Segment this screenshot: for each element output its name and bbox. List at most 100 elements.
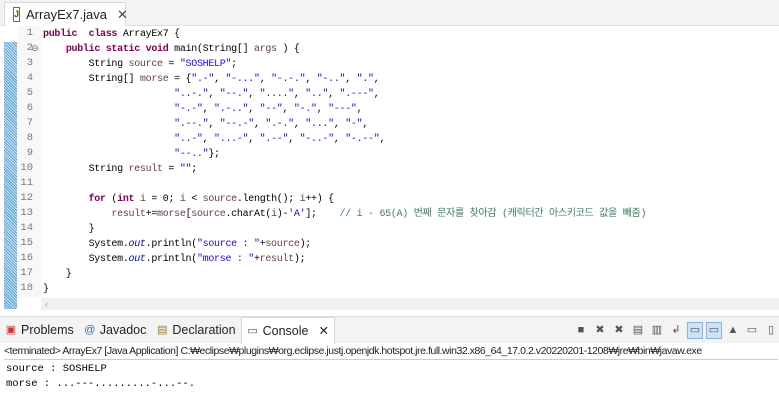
code-token: "-..-": [299, 134, 335, 145]
code-token: ++) {: [305, 194, 334, 205]
code-line[interactable]: }: [43, 222, 95, 237]
code-editor[interactable]: 1 public class ArrayEx7 {2 ⊖ public static…: [0, 26, 779, 309]
code-token: ,: [208, 119, 220, 130]
clear-console-icon[interactable]: ▤: [630, 322, 646, 339]
console-status: <terminated> ArrayEx7 [Java Application]…: [4, 344, 778, 360]
word-wrap-icon[interactable]: ↲: [668, 322, 684, 339]
code-line[interactable]: ".--.", "--.-", ".-.", "...", "-",: [43, 117, 368, 132]
code-token: source: [128, 59, 164, 70]
line-number: 14: [20, 222, 33, 234]
scroll-lock-icon[interactable]: ▥: [649, 322, 665, 339]
code-line[interactable]: String source = "SOSHELP";: [43, 57, 238, 72]
code-token: ,: [208, 89, 220, 100]
close-console-icon[interactable]: ✕: [318, 323, 328, 338]
code-token: morse: [157, 209, 186, 220]
code-token: .charAt(: [225, 209, 272, 220]
horizontal-scrollbar[interactable]: ‹: [41, 298, 779, 310]
code-line[interactable]: public static void main(String[] args ) …: [43, 42, 300, 57]
display-console-icon[interactable]: ▭: [744, 322, 760, 339]
pin-console-icon[interactable]: ▲: [725, 322, 741, 339]
terminate-icon[interactable]: ■: [573, 322, 589, 339]
code-token: ArrayEx7 {: [117, 29, 180, 40]
line-number: 17: [20, 267, 33, 279]
tab-declaration[interactable]: ▤ Declaration: [151, 317, 240, 343]
tab-label: Console: [262, 323, 309, 338]
console-output-line: morse : ...---.........-...--.: [6, 378, 196, 390]
code-token: System.: [43, 254, 129, 265]
code-token: "-..": [316, 74, 346, 85]
editor-tab-title: ArrayEx7.java: [26, 7, 107, 22]
code-token: "..": [305, 89, 329, 100]
code-line[interactable]: System.out.println("morse : "+result);: [43, 252, 306, 267]
code-token: result: [259, 254, 295, 265]
tab-label: Declaration: [172, 323, 236, 337]
code-token: "--..": [174, 149, 209, 160]
code-line[interactable]: String[] morse = {".-", "-...", "-.-.", …: [43, 72, 380, 87]
tab-problems[interactable]: ▣ Problems: [0, 317, 79, 343]
code-token: ".-.": [265, 119, 294, 130]
code-token: "-.": [293, 104, 317, 115]
code-line[interactable]: }: [43, 282, 49, 297]
show-on-stdout-icon[interactable]: ▭: [687, 322, 703, 339]
code-line[interactable]: "..-", "...-", ".--", "-..-", "-.--",: [43, 132, 385, 147]
show-on-stderr-icon[interactable]: ▭: [706, 322, 722, 339]
code-token: String: [43, 59, 129, 70]
code-token: .length();: [236, 194, 300, 205]
code-token: public: [43, 29, 78, 40]
code-line[interactable]: String result = "";: [43, 162, 198, 177]
remove-launch-icon[interactable]: ✖: [592, 322, 608, 339]
fold-collapse-icon[interactable]: ⊖: [31, 43, 39, 54]
code-token: +=: [145, 209, 158, 220]
code-token: ;: [191, 164, 197, 175]
code-line[interactable]: public class ArrayEx7 {: [43, 27, 180, 42]
code-token: ".--": [259, 134, 289, 145]
line-number: 15: [20, 237, 33, 249]
code-token: ,: [293, 119, 306, 130]
code-token: ,: [305, 74, 317, 85]
code-token: = {: [168, 74, 192, 85]
editor-tab-bar: J ArrayEx7.java ✕: [0, 0, 779, 26]
code-line[interactable]: "--.."};: [43, 147, 220, 162]
code-token: "...-": [214, 134, 249, 145]
code-token: class: [88, 29, 118, 40]
line-number: 5: [26, 87, 33, 99]
code-line[interactable]: result+=morse[source.charAt(i)-'A']; // …: [43, 207, 646, 222]
code-token: result: [111, 209, 146, 220]
code-token: ) {: [276, 44, 300, 55]
new-console-icon[interactable]: ▯: [763, 322, 779, 339]
code-token: ;: [231, 59, 237, 70]
code-token: ,: [316, 104, 329, 115]
line-number: 8: [26, 132, 33, 144]
code-token: for: [88, 194, 106, 205]
tab-console[interactable]: ▭ Console ✕: [240, 316, 335, 344]
code-token: "SOSHELP": [179, 59, 232, 70]
line-number: 16: [20, 252, 33, 264]
line-number: 4: [26, 72, 33, 84]
code-token: "..-.": [174, 89, 209, 100]
code-line[interactable]: for (int i = 0; i < source.length(); i++…: [43, 192, 335, 207]
code-token: "-": [345, 119, 363, 130]
tab-label: Javadoc: [99, 323, 147, 337]
code-line[interactable]: }: [43, 267, 72, 282]
code-line[interactable]: "..-.", "--.", "....", "..", ".---",: [43, 87, 380, 102]
editor-tab-arrayex7[interactable]: J ArrayEx7.java ✕: [4, 2, 128, 26]
code-token: ,: [253, 119, 266, 130]
close-tab-icon[interactable]: ✕: [117, 7, 128, 23]
code-token: String[]: [43, 74, 140, 85]
code-token: }: [43, 224, 95, 235]
code-line[interactable]: "-.-", ".-..", "--", "-.", "---",: [43, 102, 362, 117]
bottom-panel: ▣ Problems @ Javadoc ▤ Declaration ▭ Console…: [0, 316, 779, 408]
code-token: "-...": [225, 74, 260, 85]
code-token: "....": [259, 89, 295, 100]
code-line[interactable]: System.out.println("source : "+source);: [43, 237, 312, 252]
code-token: }: [43, 284, 49, 295]
code-token: // i - 65(A) 번째 문자를 찾아감 (캐릭터간 아스키코드 값을 빼…: [339, 209, 647, 220]
change-ruler: [4, 42, 17, 309]
code-token: ,: [333, 134, 346, 145]
tab-javadoc[interactable]: @ Javadoc: [79, 317, 152, 343]
code-token: ,: [356, 104, 363, 115]
remove-all-terminated-icon[interactable]: ✖: [611, 322, 627, 339]
